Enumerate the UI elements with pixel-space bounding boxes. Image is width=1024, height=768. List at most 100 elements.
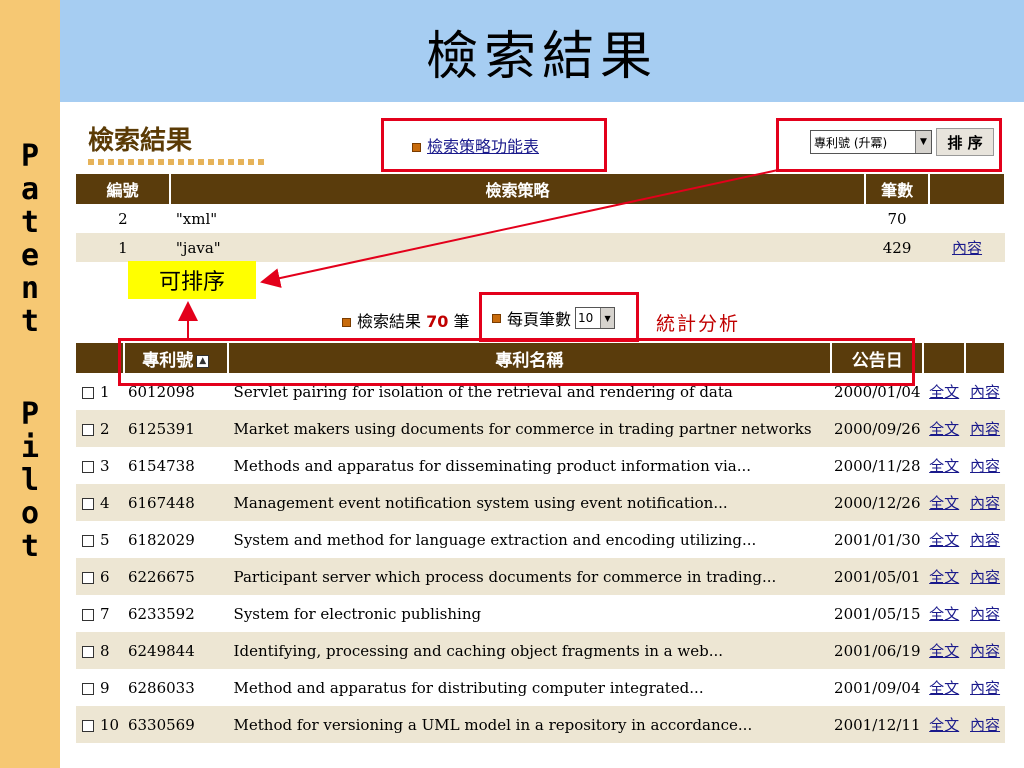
row-checkbox[interactable] bbox=[82, 571, 94, 584]
fulltext-link[interactable]: 全文 bbox=[929, 642, 959, 660]
patent-title: Identifying, processing and caching obje… bbox=[227, 632, 832, 669]
fulltext-link[interactable]: 全文 bbox=[929, 568, 959, 586]
row-checkbox[interactable] bbox=[82, 460, 94, 473]
table-row: 3 6154738 Methods and apparatus for dissem… bbox=[76, 447, 1005, 484]
side-letter: a bbox=[20, 172, 40, 207]
detail-link[interactable]: 內容 bbox=[970, 568, 1000, 586]
row-checkbox[interactable] bbox=[82, 534, 94, 547]
strategy-table-header: 編號 檢索策略 筆數 bbox=[76, 174, 1006, 204]
row-index: 6 bbox=[100, 567, 110, 586]
detail-link[interactable]: 內容 bbox=[970, 494, 1000, 512]
select-cell: 10 bbox=[76, 706, 124, 743]
fulltext-link[interactable]: 全文 bbox=[929, 494, 959, 512]
per-page-select[interactable]: 10 ▼ bbox=[575, 307, 616, 329]
detail-link[interactable]: 內容 bbox=[970, 716, 1000, 734]
side-letter: o bbox=[20, 496, 40, 531]
col-header-select bbox=[76, 343, 125, 373]
patent-title: Method and apparatus for distributing co… bbox=[233, 678, 704, 697]
strategy-table: 編號 檢索策略 筆數 2 "xml" 70 1 "java" 429 內容 bbox=[76, 174, 1006, 262]
detail-link[interactable]: 內容 bbox=[970, 457, 1000, 475]
side-letter: t bbox=[20, 529, 40, 564]
table-row: 6 6226675 Participant server which process… bbox=[76, 558, 1005, 595]
fulltext-link[interactable]: 全文 bbox=[929, 605, 959, 623]
detail-link[interactable]: 內容 bbox=[970, 383, 1000, 401]
fulltext-link[interactable]: 全文 bbox=[929, 679, 959, 697]
sort-select-value: 專利號 (升冪) bbox=[814, 135, 888, 150]
strategy-count: 70 bbox=[887, 209, 907, 228]
strategy-menu-label: 檢索策略功能表 bbox=[427, 137, 540, 156]
row-checkbox[interactable] bbox=[82, 386, 94, 399]
select-cell: 2 bbox=[76, 410, 124, 447]
detail-link[interactable]: 內容 bbox=[970, 531, 1000, 549]
row-checkbox[interactable] bbox=[82, 645, 94, 658]
col-header-action bbox=[929, 174, 1006, 204]
fulltext-link[interactable]: 全文 bbox=[929, 457, 959, 475]
result-count-value: 70 bbox=[426, 312, 449, 331]
patent-title: Methods and apparatus for disseminating … bbox=[233, 456, 752, 475]
side-letter: e bbox=[20, 238, 40, 273]
sortable-callout: 可排序 bbox=[128, 261, 256, 299]
col-header-number: 編號 bbox=[76, 174, 171, 204]
strategy-detail-link[interactable]: 內容 bbox=[952, 239, 982, 257]
table-row: 7 6233592 System for electronic publishing… bbox=[76, 595, 1005, 632]
sort-button[interactable]: 排 序 bbox=[936, 128, 994, 156]
patent-number: 6330569 bbox=[123, 706, 228, 743]
fulltext-link[interactable]: 全文 bbox=[929, 716, 959, 734]
side-letter: l bbox=[20, 463, 40, 498]
patent-title: Method for versioning a UML model in a r… bbox=[227, 706, 832, 743]
patent-title: Management event notification system usi… bbox=[227, 484, 832, 521]
issue-date: 2000/09/26 bbox=[831, 410, 924, 447]
title-band: 檢索結果 bbox=[60, 0, 1024, 102]
table-row: 1 "java" 429 內容 bbox=[76, 233, 1005, 262]
table-row: 9 6286033 Method and apparatus for distrib… bbox=[76, 669, 1005, 706]
row-index: 7 bbox=[100, 604, 110, 623]
patent-number: 6249844 bbox=[123, 632, 228, 669]
strategy-number: 2 bbox=[118, 209, 128, 228]
issue-date: 2001/01/30 bbox=[834, 530, 921, 549]
row-checkbox[interactable] bbox=[82, 719, 94, 732]
patent-title: Participant server which process documen… bbox=[227, 558, 832, 595]
chevron-down-icon: ▼ bbox=[915, 131, 931, 153]
select-cell: 8 bbox=[76, 632, 124, 669]
result-count-suffix: 筆 bbox=[453, 312, 470, 331]
fulltext-link[interactable]: 全文 bbox=[929, 420, 959, 438]
row-index: 5 bbox=[100, 530, 110, 549]
issue-date: 2001/06/19 bbox=[831, 632, 924, 669]
row-checkbox[interactable] bbox=[82, 608, 94, 621]
bullet-icon bbox=[412, 143, 421, 152]
side-letter: P bbox=[20, 139, 40, 174]
detail-link[interactable]: 內容 bbox=[970, 679, 1000, 697]
side-letter: t bbox=[20, 205, 40, 240]
side-letter: t bbox=[20, 304, 40, 339]
issue-date: 2001/05/01 bbox=[831, 558, 924, 595]
side-band: P a t e n t P i l o t bbox=[0, 0, 60, 768]
select-cell: 5 bbox=[76, 521, 124, 558]
detail-link[interactable]: 內容 bbox=[970, 420, 1000, 438]
row-checkbox[interactable] bbox=[82, 423, 94, 436]
strategy-menu-link[interactable]: 檢索策略功能表 bbox=[412, 133, 539, 157]
sort-select[interactable]: 專利號 (升冪) ▼ bbox=[810, 130, 932, 154]
col-header-fulltext bbox=[923, 343, 967, 373]
select-cell: 1 bbox=[76, 373, 124, 410]
fulltext-link[interactable]: 全文 bbox=[929, 383, 959, 401]
detail-link[interactable]: 內容 bbox=[970, 642, 1000, 660]
result-count-prefix: 檢索結果 bbox=[357, 312, 422, 331]
per-page-control: 每頁筆數 10 ▼ bbox=[492, 306, 616, 330]
table-row: 10 6330569 Method for versioning a UML mod… bbox=[76, 706, 1005, 743]
row-index: 8 bbox=[100, 641, 110, 660]
row-index: 10 bbox=[100, 715, 120, 734]
row-checkbox[interactable] bbox=[82, 682, 94, 695]
table-row: 2 6125391 Market makers using documents fo… bbox=[76, 410, 1005, 447]
issue-date: 2001/05/15 bbox=[834, 604, 921, 623]
detail-link[interactable]: 內容 bbox=[970, 605, 1000, 623]
stats-analysis-link[interactable]: 統計分析 bbox=[656, 309, 740, 336]
row-checkbox[interactable] bbox=[82, 497, 94, 510]
fulltext-link[interactable]: 全文 bbox=[929, 531, 959, 549]
select-cell: 9 bbox=[76, 669, 124, 706]
logo-underline bbox=[88, 159, 268, 165]
patent-number: 6286033 bbox=[127, 678, 195, 697]
side-letter: i bbox=[20, 430, 40, 465]
table-row: 4 6167448 Management event notification sy… bbox=[76, 484, 1005, 521]
highlight-box-header bbox=[118, 338, 915, 386]
strategy-action bbox=[929, 204, 1005, 233]
